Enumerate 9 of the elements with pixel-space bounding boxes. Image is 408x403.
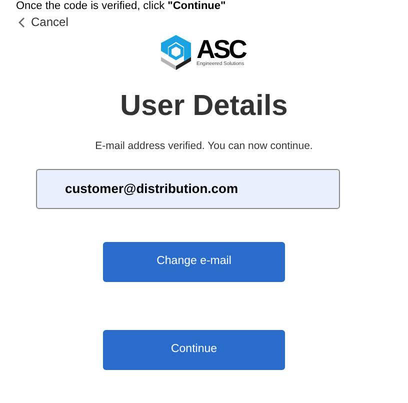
cancel-link[interactable]: Cancel [18, 13, 68, 31]
instruction-text: Once the code is verified, click "Continue" [16, 0, 226, 12]
logo-wordmark: ASC [196, 37, 246, 61]
page-title: User Details [120, 89, 288, 123]
verification-message: E-mail address verified. You can now continue. [95, 139, 313, 154]
email-field[interactable]: customer@distribution.com [36, 168, 340, 209]
chevron-left-icon [18, 16, 25, 28]
change-email-button[interactable]: Change e-mail [103, 242, 285, 282]
continue-button[interactable]: Continue [103, 330, 285, 370]
